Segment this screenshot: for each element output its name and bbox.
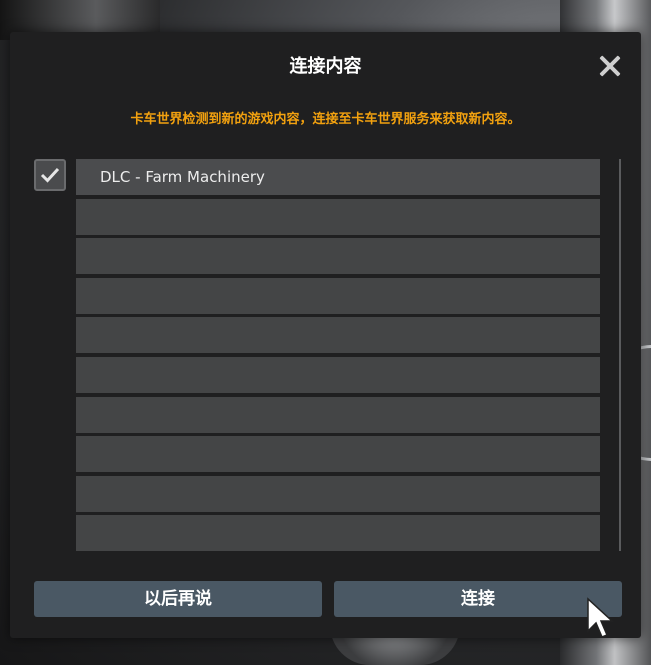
list-item xyxy=(76,238,600,275)
close-icon[interactable] xyxy=(598,54,622,78)
list-scrollbar[interactable] xyxy=(619,159,621,551)
list-item xyxy=(76,356,600,393)
list-item xyxy=(76,198,600,235)
mouse-pointer-icon xyxy=(587,597,614,638)
list-item xyxy=(76,317,600,354)
list-item xyxy=(76,515,600,552)
connect-button[interactable]: 连接 xyxy=(334,581,622,617)
content-list: DLC - Farm Machinery xyxy=(76,159,600,552)
list-item xyxy=(76,396,600,433)
new-content-notice: 卡车世界检测到新的游戏内容，连接至卡车世界服务来获取新内容。 xyxy=(130,112,521,127)
later-button[interactable]: 以后再说 xyxy=(34,581,322,617)
dialog-title: 连接内容 xyxy=(289,56,362,77)
check-icon xyxy=(40,167,60,183)
list-item xyxy=(76,277,600,314)
list-item xyxy=(76,475,600,512)
dlc-checkbox[interactable] xyxy=(34,159,66,191)
list-item xyxy=(76,436,600,473)
list-item[interactable]: DLC - Farm Machinery xyxy=(76,159,600,195)
connect-content-dialog: 连接内容 卡车世界检测到新的游戏内容，连接至卡车世界服务来获取新内容。 DLC … xyxy=(10,32,641,638)
